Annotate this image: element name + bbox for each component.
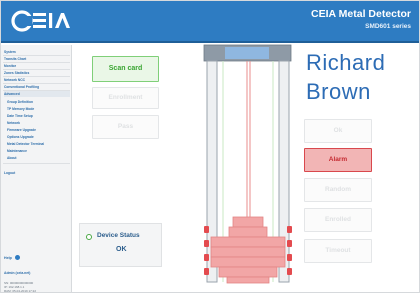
sidebar-item-logout[interactable]: Logout: [4, 170, 70, 176]
device-datetime: RAM: 05-04-2019 17:22: [4, 289, 37, 293]
sidebar-item-firmware-upgrade[interactable]: Firmware Upgrade: [7, 127, 70, 133]
person-first-name: Richard: [306, 50, 386, 75]
alarm-button[interactable]: Alarm: [304, 148, 372, 172]
device-status-panel: Device Status OK: [79, 223, 162, 267]
device-status-label: Device Status: [97, 232, 140, 239]
product-title: CEIA Metal Detector: [311, 8, 411, 20]
random-button[interactable]: Random: [304, 178, 372, 202]
sidebar-item-about[interactable]: About: [7, 155, 70, 161]
ok-button[interactable]: Ok: [304, 119, 372, 143]
pass-button[interactable]: Pass: [92, 115, 159, 139]
help-link[interactable]: Help: [4, 256, 12, 260]
app-window: CEIA Metal Detector SMD601 series System…: [0, 0, 420, 293]
sidebar-nav: System Transits Chart Monitor Zones Stat…: [1, 45, 72, 293]
enrolled-button[interactable]: Enrolled: [304, 208, 372, 232]
user-label: Admin (ceia.net): [4, 271, 31, 275]
sidebar-item-maintenance[interactable]: Maintenance: [7, 148, 70, 154]
person-last-name: Brown: [306, 79, 371, 104]
alarm-zones: [210, 216, 286, 284]
sidebar-item-tp-memory-mode[interactable]: TP Memory Mode: [7, 106, 70, 112]
sidebar-item-group-definition[interactable]: Group Definition: [7, 99, 70, 105]
timeout-button[interactable]: Timeout: [304, 239, 372, 263]
help-icon[interactable]: [15, 255, 20, 260]
status-indicator-icon: [86, 234, 92, 240]
sidebar-item-options-upgrade[interactable]: Options Upgrade: [7, 134, 70, 140]
enrollment-button[interactable]: Enrollment: [92, 87, 159, 109]
device-status-value: OK: [116, 246, 127, 253]
sidebar-item-metal-detector-terminal[interactable]: Metal Detector Terminal: [7, 141, 70, 147]
sidebar-item-advanced[interactable]: Advanced: [4, 91, 70, 97]
ceia-logo-icon: [11, 10, 70, 32]
sidebar-divider: [3, 163, 70, 164]
sidebar-item-date-time-setup[interactable]: Date Time Setup: [7, 113, 70, 119]
header-bar: CEIA Metal Detector SMD601 series: [1, 1, 419, 43]
scan-card-button[interactable]: Scan card: [92, 56, 159, 82]
sidebar-item-network[interactable]: Network: [7, 120, 70, 126]
product-subtitle: SMD601 series: [365, 23, 411, 30]
